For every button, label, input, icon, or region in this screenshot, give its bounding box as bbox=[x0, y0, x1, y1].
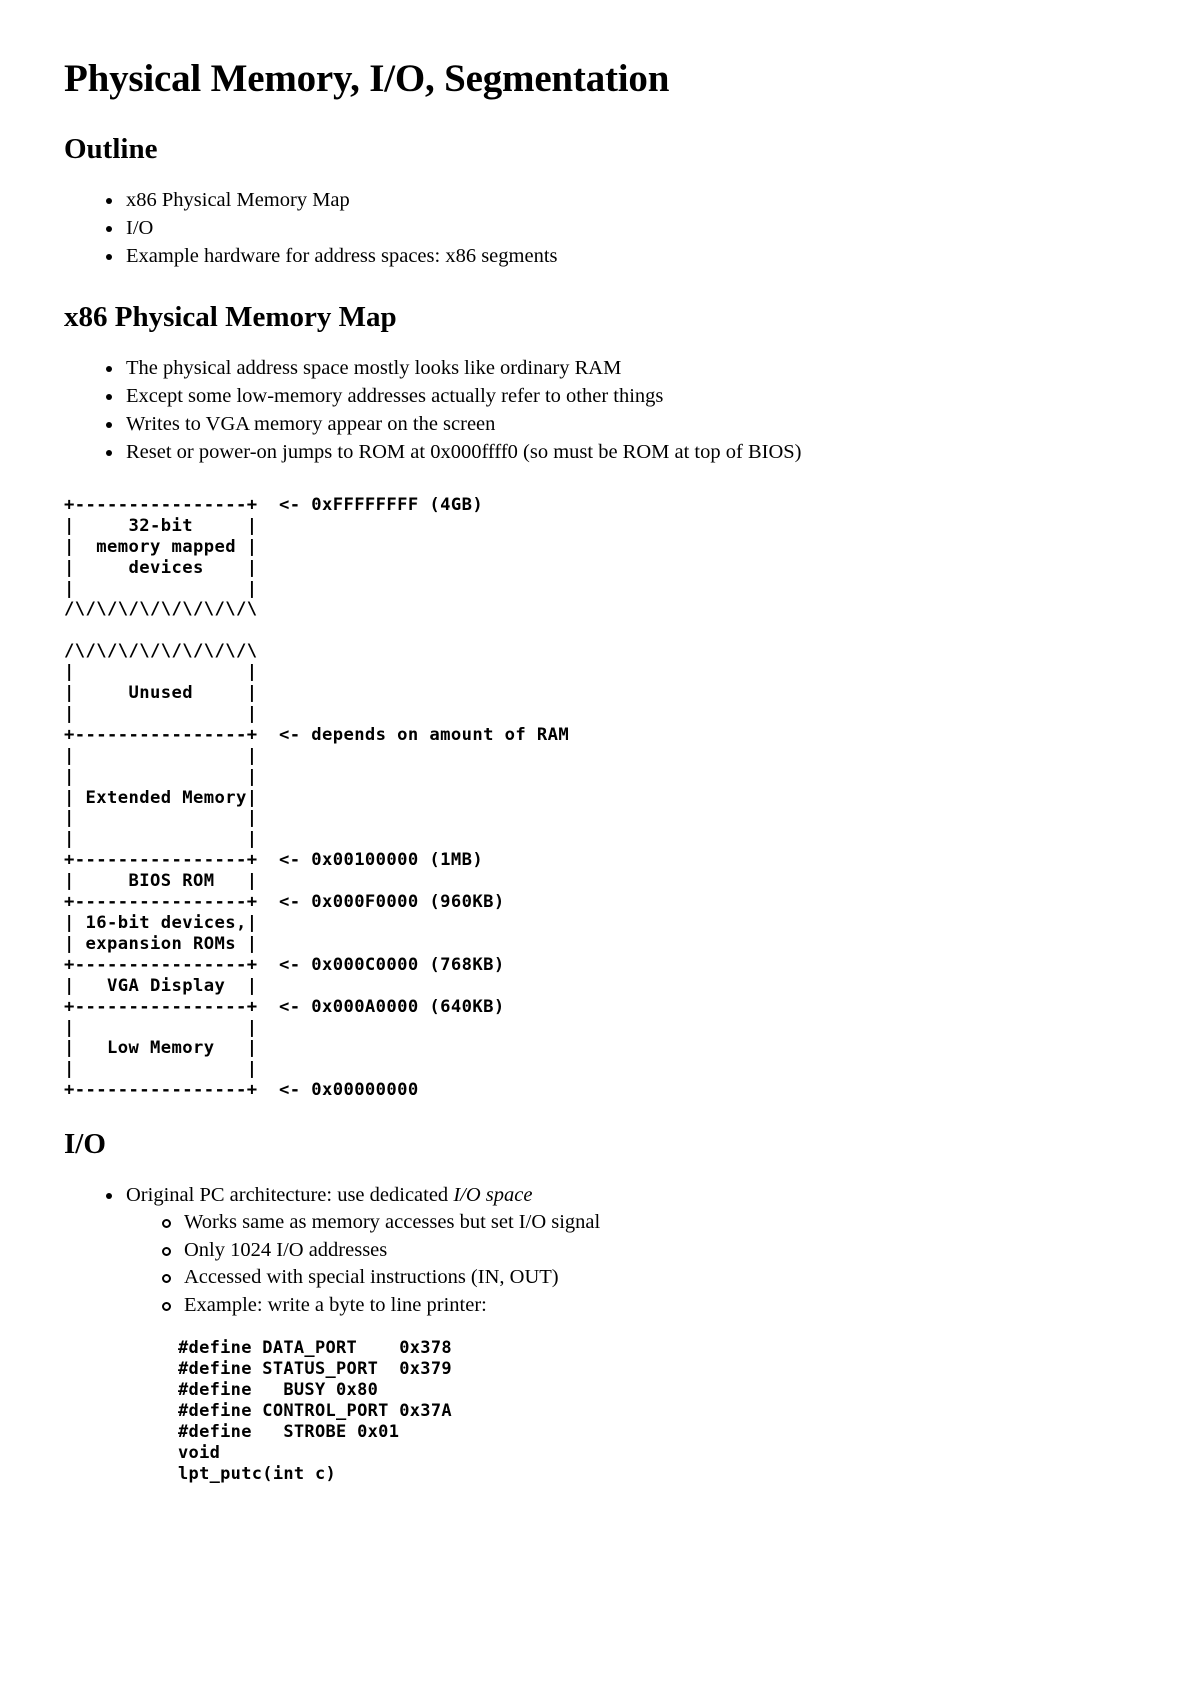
memory-map-heading: x86 Physical Memory Map bbox=[64, 301, 397, 333]
io-list: Original PC architecture: use dedicated … bbox=[64, 1183, 1140, 1318]
list-item: Example: write a byte to line printer: bbox=[162, 1293, 1140, 1319]
list-item: I/O bbox=[106, 216, 1140, 241]
list-item: Original PC architecture: use dedicated … bbox=[106, 1183, 1140, 1318]
io-bullet-text: Original PC architecture: use dedicated bbox=[126, 1184, 454, 1207]
page-title: Physical Memory, I/O, Segmentation bbox=[64, 57, 670, 100]
list-item: Reset or power-on jumps to ROM at 0x000f… bbox=[106, 440, 1140, 465]
outline-heading: Outline bbox=[64, 133, 158, 166]
io-section: I/O Original PC architecture: use dedica… bbox=[64, 1128, 1140, 1484]
page-content: Physical Memory, I/O, Segmentation Outli… bbox=[64, 0, 1140, 1484]
list-item: Except some low-memory addresses actuall… bbox=[106, 384, 1140, 409]
outline-list: x86 Physical Memory Map I/O Example hard… bbox=[64, 188, 1140, 269]
list-item: x86 Physical Memory Map bbox=[106, 188, 1140, 213]
list-item: Only 1024 I/O addresses bbox=[162, 1238, 1140, 1264]
lpt-putc-code-block: #define DATA_PORT 0x378 #define STATUS_P… bbox=[178, 1338, 452, 1484]
list-item: Writes to VGA memory appear on the scree… bbox=[106, 412, 1140, 437]
io-space-emphasis: I/O space bbox=[453, 1184, 533, 1207]
list-item: Works same as memory accesses but set I/… bbox=[162, 1210, 1140, 1236]
list-item: Accessed with special instructions (IN, … bbox=[162, 1265, 1140, 1291]
document-page: Physical Memory, I/O, Segmentation Outli… bbox=[0, 0, 1200, 1698]
list-item: Example hardware for address spaces: x86… bbox=[106, 244, 1140, 269]
io-sublist: Works same as memory accesses but set I/… bbox=[126, 1210, 1140, 1318]
list-item: The physical address space mostly looks … bbox=[106, 356, 1140, 381]
physical-memory-map-diagram: +----------------+ <- 0xFFFFFFFF (4GB) |… bbox=[64, 494, 570, 1101]
memory-map-list: The physical address space mostly looks … bbox=[64, 356, 1140, 465]
io-heading: I/O bbox=[64, 1128, 106, 1161]
